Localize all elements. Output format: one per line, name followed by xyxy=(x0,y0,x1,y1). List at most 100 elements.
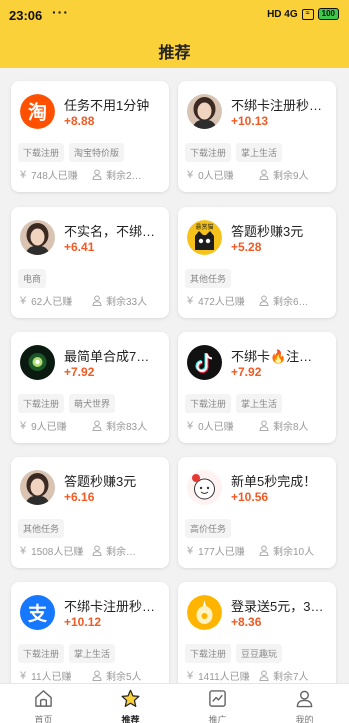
task-stats: ¥1411人已赚 剩余7人 xyxy=(187,668,332,684)
task-tags: 高价任务 xyxy=(185,519,232,538)
cat-logo: 悬赏猫 xyxy=(187,220,222,255)
task-stats: ¥748人已赚 剩余2… xyxy=(20,167,165,183)
task-stats: ¥11人已赚 剩余5人 xyxy=(20,668,165,684)
yen-icon: ¥ xyxy=(187,544,194,557)
status-bar: 23:06 ··· HD 4G ≈ 100 xyxy=(0,0,349,30)
tab-promote-label: 推广 xyxy=(208,715,227,723)
task-card[interactable]: 不绑卡注册秒… +10.13 下载注册 掌上生活 ¥0人已赚 剩余9人 xyxy=(178,81,336,192)
woman-photo xyxy=(187,94,222,129)
tab-mine[interactable]: 我的 xyxy=(261,684,348,723)
task-card[interactable]: 淘 任务不用1分钟 +8.88 下载注册 淘宝特价版 ¥748人已赚 剩余2… xyxy=(11,81,169,192)
task-title: 不绑卡注册秒… xyxy=(64,599,156,614)
task-card[interactable]: 不绑卡🔥注… +7.92 下载注册 掌上生活 ¥0人已赚 剩余8人 xyxy=(178,332,336,443)
task-remaining: 剩余6… xyxy=(259,293,331,308)
task-tags: 其他任务 xyxy=(18,519,65,538)
status-time: 23:06 xyxy=(9,8,43,23)
task-reward: +5.28 xyxy=(231,240,262,254)
signal-icon: HD 4G xyxy=(267,8,298,20)
task-remaining: 剩余9人 xyxy=(259,167,331,182)
task-remaining-count: 剩余2… xyxy=(106,171,142,182)
task-remaining: 剩余2… xyxy=(92,167,164,182)
tab-recommend[interactable]: 推荐 xyxy=(87,684,174,723)
tab-mine-label: 我的 xyxy=(295,715,314,723)
task-stats: ¥0人已赚 剩余9人 xyxy=(187,167,332,183)
task-reward: +7.92 xyxy=(64,365,95,379)
task-card[interactable]: 最简单合成7… +7.92 下载注册 萌犬世界 ¥9人已赚 剩余83人 xyxy=(11,332,169,443)
task-tag: 其他任务 xyxy=(18,519,65,538)
yen-icon: ¥ xyxy=(187,294,194,307)
task-remaining: 剩余33人 xyxy=(92,293,164,308)
task-tags: 下载注册 掌上生活 xyxy=(185,394,283,413)
tab-home-label: 首页 xyxy=(34,715,53,723)
task-earned-count: 472人已赚 xyxy=(198,297,245,308)
svg-text:悬赏猫: 悬赏猫 xyxy=(195,223,213,231)
task-title: 不绑卡🔥注… xyxy=(231,349,313,364)
task-card[interactable]: 悬赏猫 答题秒赚3元 +5.28 其他任务 ¥472人已赚 剩余6… xyxy=(178,207,336,318)
task-card[interactable]: 不实名，不绑… +6.41 电商 ¥62人已赚 剩余33人 xyxy=(11,207,169,318)
task-tag: 下载注册 xyxy=(18,644,65,663)
woman-photo xyxy=(20,470,55,505)
task-earned: ¥1411人已赚 xyxy=(187,668,250,684)
task-earned-count: 1411人已赚 xyxy=(198,672,250,683)
task-earned-count: 748人已赚 xyxy=(31,171,78,182)
task-reward: +10.56 xyxy=(231,490,269,504)
task-earned: ¥1508人已赚 xyxy=(20,543,84,559)
svg-text:支: 支 xyxy=(27,603,48,625)
task-title: 答题秒赚3元 xyxy=(64,474,137,489)
task-earned: ¥748人已赚 xyxy=(20,167,78,183)
task-tag: 淘宝特价版 xyxy=(69,143,125,162)
page-title: 推荐 xyxy=(158,45,191,62)
task-tag: 下载注册 xyxy=(18,394,65,413)
task-stats: ¥177人已赚 剩余10人 xyxy=(187,543,332,559)
user-icon xyxy=(259,545,269,556)
home-icon xyxy=(35,690,52,707)
task-reward: +10.12 xyxy=(64,615,102,629)
yen-icon: ¥ xyxy=(20,419,27,432)
task-remaining-count: 剩余8人 xyxy=(273,422,309,433)
user-icon xyxy=(92,545,102,556)
task-card[interactable]: 新单5秒完成！ +10.56 高价任务 ¥177人已赚 剩余10人 xyxy=(178,457,336,568)
task-tag: 其他任务 xyxy=(185,269,232,288)
task-title: 新单5秒完成！ xyxy=(231,474,317,489)
task-card[interactable]: 登录送5元，3… +8.36 下载注册 豆豆趣玩 ¥1411人已赚 剩余7人 xyxy=(178,582,336,683)
tab-recommend-label: 推荐 xyxy=(121,715,140,723)
task-remaining-count: 剩余7人 xyxy=(273,672,309,683)
task-stats: ¥0人已赚 剩余8人 xyxy=(187,418,332,434)
task-tag: 下载注册 xyxy=(185,644,232,663)
yen-icon: ¥ xyxy=(20,669,27,682)
task-remaining: 剩余83人 xyxy=(92,418,164,433)
user-icon xyxy=(296,690,313,708)
task-remaining-count: 剩余83人 xyxy=(106,422,148,433)
chart-icon xyxy=(209,690,226,707)
task-title: 答题秒赚3元 xyxy=(231,224,304,239)
yen-icon: ¥ xyxy=(187,168,194,181)
task-earned-count: 9人已赚 xyxy=(31,422,67,433)
user-icon xyxy=(259,670,269,681)
task-earned: ¥62人已赚 xyxy=(20,293,72,309)
task-card[interactable]: 支 不绑卡注册秒… +10.12 下载注册 掌上生活 ¥11人已赚 剩余5人 xyxy=(11,582,169,683)
task-earned-count: 1508人已赚 xyxy=(31,547,84,558)
wifi-icon: ≈ xyxy=(301,8,314,20)
task-reward: +8.36 xyxy=(231,615,262,629)
task-title: 不实名，不绑… xyxy=(64,224,156,239)
task-remaining-count: 剩余… xyxy=(106,547,136,558)
yen-icon: ¥ xyxy=(20,294,27,307)
status-indicators: HD 4G ≈ 100 xyxy=(267,8,339,20)
task-title: 不绑卡注册秒… xyxy=(231,98,323,113)
star-icon xyxy=(121,689,140,707)
user-icon xyxy=(92,295,102,306)
task-tags: 下载注册 萌犬世界 xyxy=(18,394,116,413)
task-reward: +8.88 xyxy=(64,114,95,128)
task-remaining: 剩余7人 xyxy=(259,668,331,683)
tab-home[interactable]: 首页 xyxy=(0,684,87,723)
task-tags: 下载注册 淘宝特价版 xyxy=(18,143,125,162)
task-tags: 其他任务 xyxy=(185,269,232,288)
task-card[interactable]: 答题秒赚3元 +6.16 其他任务 ¥1508人已赚 剩余… xyxy=(11,457,169,568)
task-title: 任务不用1分钟 xyxy=(64,98,150,113)
bottom-tab-bar: 首页 推荐 推广 我的 xyxy=(0,683,349,723)
tab-promote[interactable]: 推广 xyxy=(174,684,261,723)
tiktok-logo xyxy=(187,345,222,380)
task-grid[interactable]: 淘任务不用1分钟 +8.88 下载注册 淘宝特价版 ¥748人已赚 剩余2… 不绑卡注册秒…… xyxy=(0,68,349,683)
task-remaining-count: 剩余10人 xyxy=(273,547,315,558)
task-remaining-count: 剩余33人 xyxy=(106,297,148,308)
